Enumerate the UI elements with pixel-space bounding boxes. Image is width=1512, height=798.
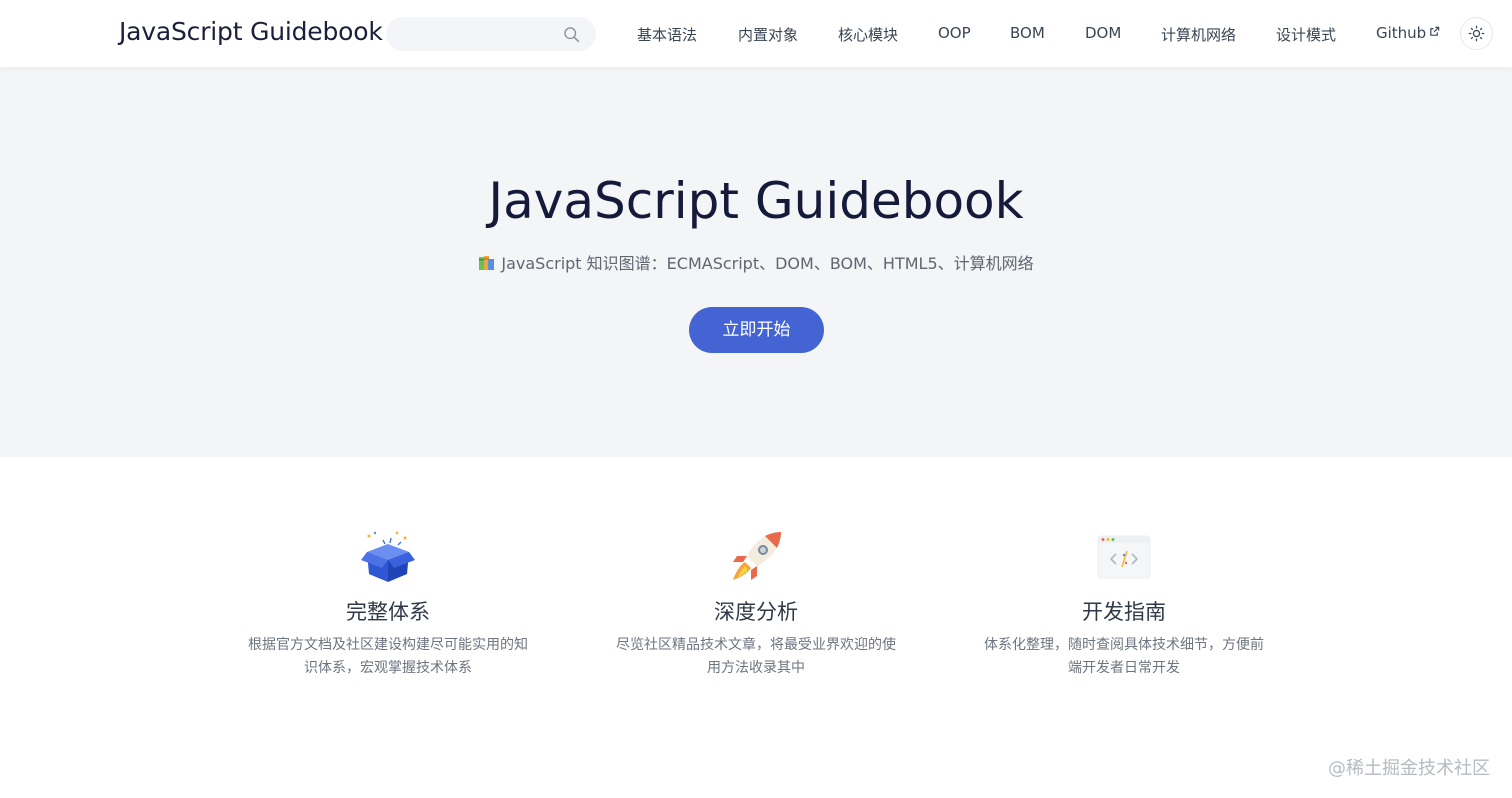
site-title[interactable]: JavaScript Guidebook bbox=[119, 17, 383, 46]
books-icon bbox=[479, 256, 495, 270]
feature-description: 根据官方文档及社区建设构建尽可能实用的知识体系，宏观掌握技术体系 bbox=[248, 637, 528, 676]
theme-toggle-button[interactable] bbox=[1460, 17, 1493, 50]
hero-subtitle: JavaScript 知识图谱：ECMAScript、DOM、BOM、HTML5… bbox=[0, 250, 1512, 274]
gift-box-icon bbox=[361, 531, 415, 582]
hero-subtitle-text: JavaScript 知识图谱：ECMAScript、DOM、BOM、HTML5… bbox=[501, 254, 1034, 273]
feature-description: 体系化整理，随时查阅具体技术细节，方便前端开发者日常开发 bbox=[984, 637, 1264, 676]
hero-section: JavaScript Guidebook JavaScript 知识图谱：ECM… bbox=[0, 67, 1512, 457]
nav-item-oop[interactable]: OOP bbox=[938, 24, 971, 42]
feature-description: 尽览社区精品技术文章，将最受业界欢迎的使用方法收录其中 bbox=[616, 637, 896, 676]
external-link-icon bbox=[1430, 26, 1440, 36]
search-box[interactable] bbox=[386, 17, 596, 51]
watermark: @稀土掘金技术社区 bbox=[1328, 758, 1490, 779]
sun-icon bbox=[1468, 25, 1485, 42]
nav-item-github[interactable]: Github bbox=[1376, 24, 1440, 42]
nav-item-core-modules[interactable]: 核心模块 bbox=[838, 24, 898, 45]
nav-item-design-patterns[interactable]: 设计模式 bbox=[1276, 24, 1336, 45]
nav-item-bom[interactable]: BOM bbox=[1010, 24, 1045, 42]
code-window-icon bbox=[1097, 535, 1151, 579]
nav-item-builtin-objects[interactable]: 内置对象 bbox=[738, 24, 798, 45]
nav-item-basic-syntax[interactable]: 基本语法 bbox=[637, 24, 697, 45]
search-input[interactable] bbox=[386, 17, 556, 51]
navbar: JavaScript Guidebook 基本语法 内置对象 核心模块 OOP … bbox=[0, 0, 1512, 67]
feature-title: 开发指南 bbox=[1082, 600, 1166, 624]
nav-item-network[interactable]: 计算机网络 bbox=[1161, 24, 1236, 45]
nav-item-github-label: Github bbox=[1376, 24, 1427, 42]
search-icon[interactable] bbox=[563, 26, 580, 43]
nav-item-dom[interactable]: DOM bbox=[1085, 24, 1121, 42]
feature-title: 深度分析 bbox=[714, 600, 798, 624]
feature-title: 完整体系 bbox=[346, 600, 430, 624]
hero-title: JavaScript Guidebook bbox=[488, 172, 1024, 230]
rocket-icon bbox=[733, 532, 781, 580]
get-started-button[interactable]: 立即开始 bbox=[689, 307, 824, 353]
